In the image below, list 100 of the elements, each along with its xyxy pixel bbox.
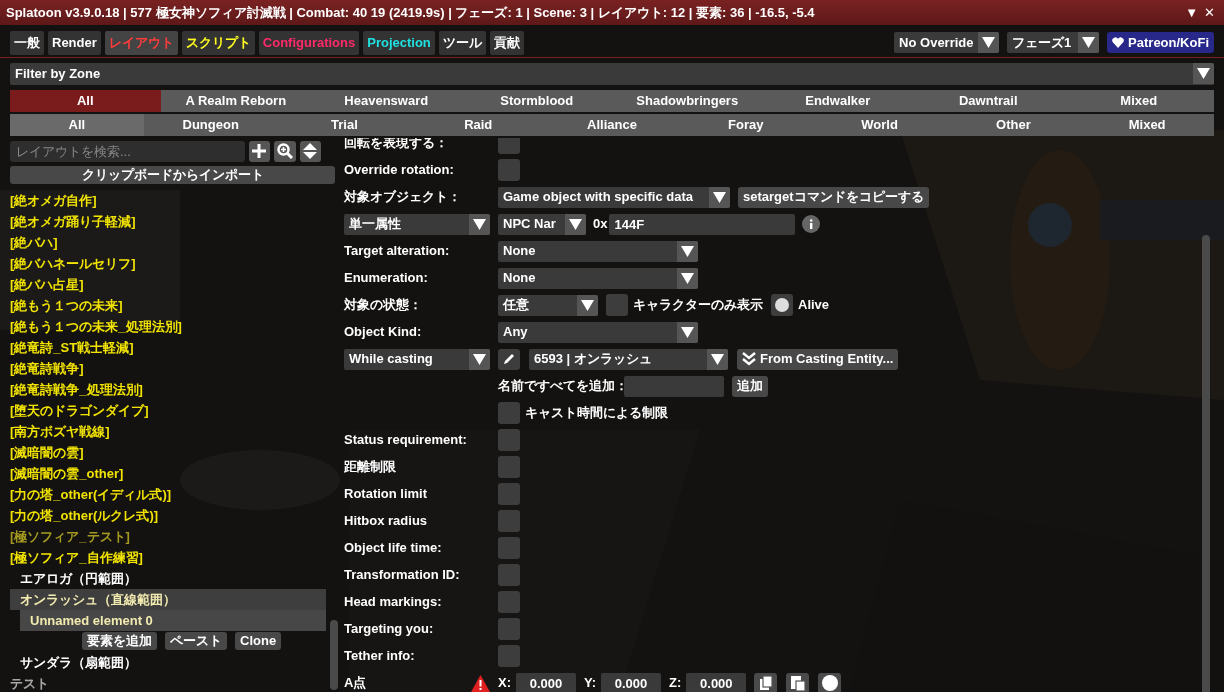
checkbox[interactable] <box>498 537 520 559</box>
layout-item[interactable]: [南方ボズヤ戦線] <box>10 420 326 442</box>
layout-item[interactable]: [絶バハネールセリフ] <box>10 252 326 274</box>
header-dropdown[interactable]: No Override <box>894 32 1000 54</box>
collapse-button[interactable]: ▼ <box>1182 6 1201 19</box>
layout-item[interactable]: [力の塔_other(イディル式)] <box>10 483 326 505</box>
filter-tab[interactable]: Endwalker <box>762 89 913 112</box>
element-button[interactable]: ペースト <box>165 632 227 650</box>
filter-tab[interactable]: Stormblood <box>461 89 612 112</box>
checkbox[interactable] <box>498 591 520 613</box>
field-dropdown[interactable]: NPC Nar <box>498 213 586 235</box>
action-dropdown[interactable]: 6593 | オンラッシュ <box>529 348 728 370</box>
attribute-dropdown[interactable]: 単一属性 <box>344 213 490 235</box>
state-dropdown[interactable]: 任意 <box>498 294 598 316</box>
field-label: 距離制限 <box>344 458 397 477</box>
filter-tab[interactable]: A Realm Reborn <box>160 89 311 112</box>
copy-icon <box>757 675 774 691</box>
element-item[interactable]: サンダラ（扇範囲） <box>10 651 326 673</box>
element-button[interactable]: 要素を追加 <box>82 632 157 650</box>
field-label: Status requirement: <box>344 431 468 450</box>
coordinate-field[interactable]: 0.000 <box>686 672 747 692</box>
checkbox[interactable] <box>498 483 520 505</box>
layout-item[interactable]: [絶もう１つの未来_処理法別] <box>10 315 326 337</box>
tab[interactable]: ツール <box>438 31 486 55</box>
id-field[interactable]: 144F <box>609 213 796 235</box>
caret-icon <box>713 191 726 203</box>
checkbox[interactable] <box>498 645 520 667</box>
filter-tab[interactable]: Heavensward <box>311 89 462 112</box>
filter-tab[interactable]: Alliance <box>545 113 679 136</box>
layout-item[interactable]: [堕天のドラゴンダイブ] <box>10 399 326 421</box>
element-item[interactable]: オンラッシュ（直線範囲） <box>10 588 326 610</box>
checkbox[interactable] <box>498 564 520 586</box>
field-label: キャスト時間による制限 <box>525 404 668 423</box>
caret-icon <box>982 37 996 49</box>
tab[interactable]: 一般 <box>10 31 44 55</box>
checkbox[interactable] <box>771 294 793 316</box>
layout-item[interactable]: [滅暗闇の雲] <box>10 441 326 463</box>
scrollbar[interactable] <box>1202 234 1210 692</box>
filter-tab[interactable]: World <box>812 113 947 136</box>
caret-icon <box>581 299 594 311</box>
element-button[interactable]: Clone <box>235 632 282 650</box>
name-field[interactable] <box>624 375 724 397</box>
select-dropdown[interactable]: None <box>498 240 698 262</box>
tab[interactable]: 貢献 <box>489 31 524 55</box>
filter-tab[interactable]: Dawntrail <box>913 89 1064 112</box>
layout-item[interactable]: [絶竜詩戦争_処理法別] <box>10 378 326 400</box>
layout-item[interactable]: [絶竜詩_ST戦士軽減] <box>10 336 326 358</box>
checkbox[interactable] <box>606 294 628 316</box>
caret-icon <box>569 218 582 230</box>
layout-item[interactable]: [絶もう１つの未来] <box>10 294 326 316</box>
select-dropdown[interactable]: Game object with specific data <box>498 186 730 208</box>
search-field[interactable]: レイアウトを検索... <box>10 140 245 162</box>
layout-item[interactable]: [絶バハ占星] <box>10 273 326 295</box>
select-dropdown[interactable]: Any <box>498 321 698 343</box>
copy-command-button[interactable]: setargetコマンドをコピーする <box>738 186 929 208</box>
filter-tab[interactable]: Mixed <box>1080 113 1215 136</box>
coordinate-field[interactable]: 0.000 <box>516 672 576 692</box>
filter-tab[interactable]: Trial <box>277 113 412 136</box>
edit-button[interactable] <box>498 348 520 370</box>
tab[interactable]: スクリプト <box>181 31 255 55</box>
checkbox[interactable] <box>498 159 520 181</box>
filter-tab[interactable]: Foray <box>678 113 813 136</box>
zone-filter-dropdown[interactable]: Filter by Zone <box>10 62 1214 85</box>
add-button[interactable]: 追加 <box>732 375 768 397</box>
field-label: Rotation limit <box>344 485 429 504</box>
condition-dropdown[interactable]: While casting <box>344 348 490 370</box>
layout-item[interactable]: [絶オメガ自作] <box>10 189 326 211</box>
scrollbar[interactable] <box>330 619 338 690</box>
caret-icon <box>681 245 694 257</box>
element-item[interactable]: Unnamed element 0 <box>20 609 326 631</box>
filter-tab[interactable]: Dungeon <box>143 113 278 136</box>
layout-item[interactable]: [極ソフィア_自作練習] <box>10 546 326 568</box>
filter-tab[interactable]: All <box>10 113 144 136</box>
coordinate-field[interactable]: 0.000 <box>601 672 662 692</box>
checkbox[interactable] <box>498 402 520 424</box>
from-casting-button[interactable]: From Casting Entity... <box>737 348 899 370</box>
filter-tab[interactable]: Other <box>946 113 1081 136</box>
filter-tab[interactable]: Mixed <box>1063 89 1214 112</box>
checkbox[interactable] <box>498 510 520 532</box>
tab[interactable]: Render <box>48 31 101 55</box>
close-button[interactable]: ✕ <box>1201 6 1218 19</box>
element-item[interactable]: エアロガ（円範囲） <box>10 567 326 589</box>
layout-item[interactable]: [絶オメガ踊り子軽減] <box>10 210 326 232</box>
layout-item[interactable]: [力の塔_other(ルクレ式)] <box>10 504 326 526</box>
tab[interactable]: Projection <box>363 31 435 55</box>
checkbox[interactable] <box>498 618 520 640</box>
filter-tab[interactable]: Raid <box>411 113 546 136</box>
search-icon <box>276 143 293 159</box>
support-button[interactable]: Patreon/KoFi <box>1107 32 1214 54</box>
filter-tab[interactable]: All <box>10 89 161 112</box>
layout-item[interactable]: [滅暗闇の雲_other] <box>10 462 326 484</box>
header-dropdown[interactable]: フェーズ1 <box>1007 32 1100 54</box>
filter-tab[interactable]: Shadowbringers <box>612 89 763 112</box>
layout-item[interactable]: [絶バハ] <box>10 231 326 253</box>
select-dropdown[interactable]: None <box>498 267 698 289</box>
checkbox[interactable] <box>498 456 520 478</box>
search-button[interactable] <box>274 140 296 162</box>
layout-item[interactable]: [絶竜詩戦争] <box>10 357 326 379</box>
checkbox[interactable] <box>498 429 520 451</box>
group-item[interactable]: テスト <box>10 672 326 692</box>
